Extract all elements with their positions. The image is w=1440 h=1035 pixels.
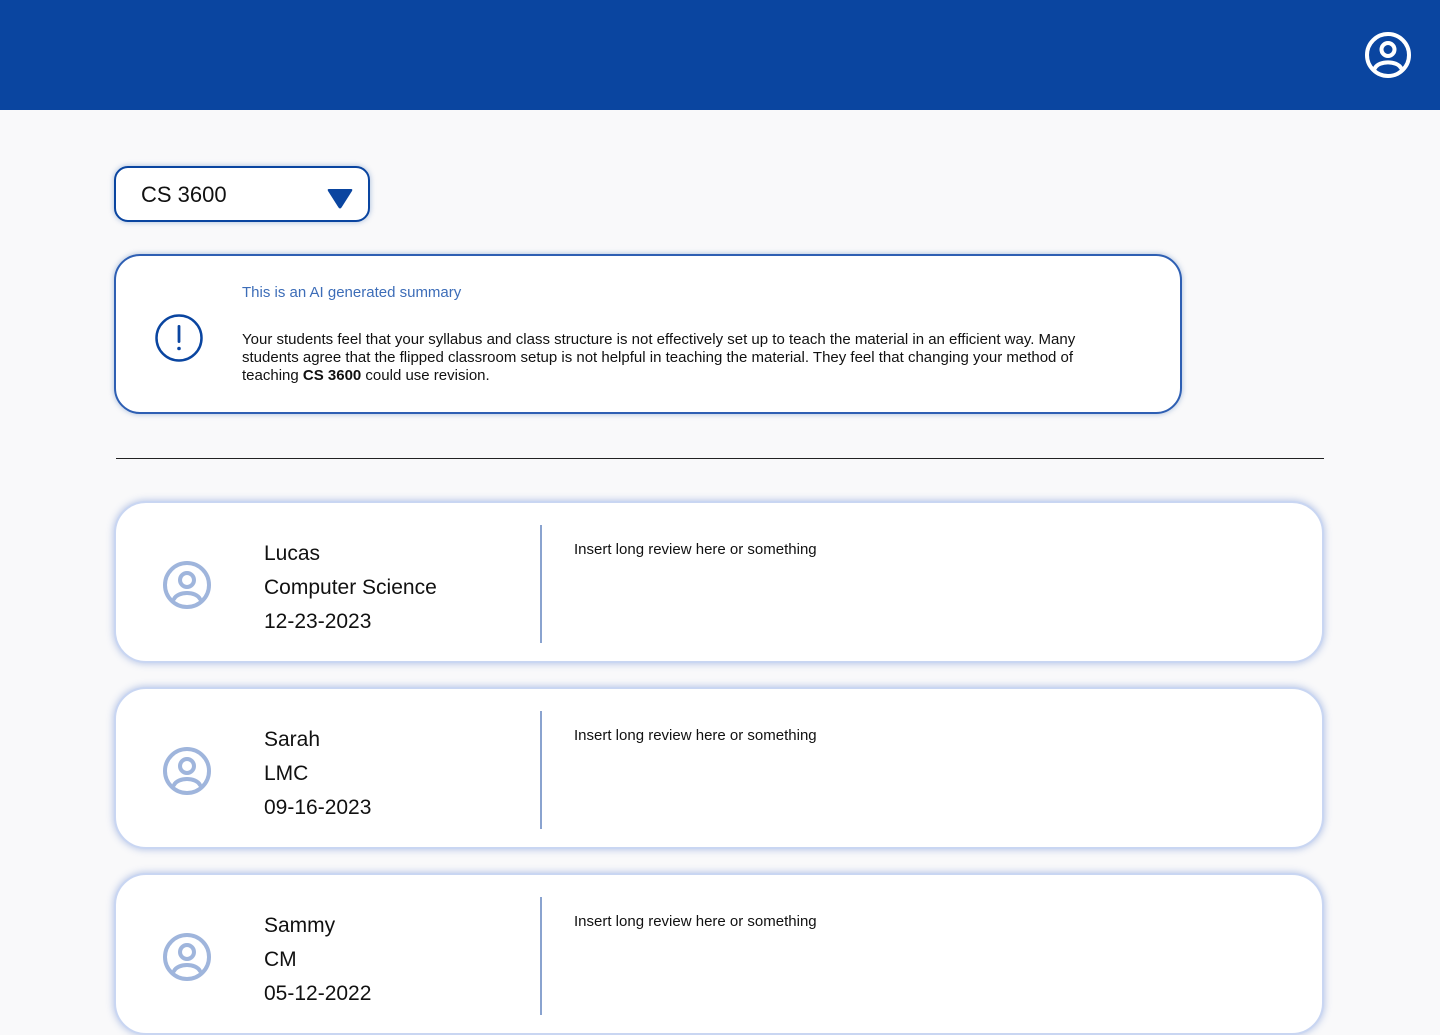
course-dropdown[interactable]: CS 3600 bbox=[114, 166, 370, 222]
card-separator bbox=[540, 897, 542, 1015]
reviewer-major: Computer Science bbox=[264, 576, 437, 599]
user-circle-icon bbox=[1365, 32, 1411, 78]
review-date: 05-12-2022 bbox=[264, 982, 372, 1005]
ai-summary-card: This is an AI generated summary Your stu… bbox=[114, 254, 1182, 414]
review-date: 09-16-2023 bbox=[264, 796, 372, 819]
reviewer-info: Sammy CM 05-12-2022 bbox=[264, 909, 371, 1011]
reviewer-name: Sammy bbox=[264, 914, 336, 937]
reviewer-major: CM bbox=[264, 948, 297, 971]
card-separator bbox=[540, 525, 542, 643]
review-text: Insert long review here or something bbox=[574, 541, 817, 558]
reviewer-major: LMC bbox=[264, 762, 309, 785]
alert-circle-icon bbox=[155, 314, 203, 362]
review-card: Lucas Computer Science 12-23-2023 Insert… bbox=[114, 501, 1324, 663]
user-avatar-icon bbox=[163, 747, 211, 795]
profile-button[interactable] bbox=[1364, 31, 1412, 79]
review-card: Sarah LMC 09-16-2023 Insert long review … bbox=[114, 687, 1324, 849]
reviewer-info: Sarah LMC 09-16-2023 bbox=[264, 723, 371, 825]
section-divider bbox=[116, 458, 1324, 459]
review-text: Insert long review here or something bbox=[574, 727, 817, 744]
course-dropdown-value: CS 3600 bbox=[141, 182, 227, 207]
reviewer-info: Lucas Computer Science 12-23-2023 bbox=[264, 537, 437, 639]
top-bar bbox=[0, 0, 1440, 110]
ai-summary-note: This is an AI generated summary bbox=[242, 284, 462, 301]
ai-summary-text-end: could use revision. bbox=[361, 367, 490, 384]
ai-summary-course: CS 3600 bbox=[302, 367, 362, 384]
reviewer-name: Sarah bbox=[264, 728, 321, 751]
triangle-down-icon bbox=[327, 189, 353, 209]
reviewer-name: Lucas bbox=[264, 542, 321, 565]
review-card: Sammy CM 05-12-2022 Insert long review h… bbox=[114, 873, 1324, 1035]
user-avatar-icon bbox=[163, 561, 211, 609]
card-separator bbox=[540, 711, 542, 829]
review-date: 12-23-2023 bbox=[264, 610, 372, 633]
user-avatar-icon bbox=[163, 933, 211, 981]
review-text: Insert long review here or something bbox=[574, 913, 817, 930]
ai-summary-text: Your students feel that your syllabus an… bbox=[242, 331, 1112, 385]
